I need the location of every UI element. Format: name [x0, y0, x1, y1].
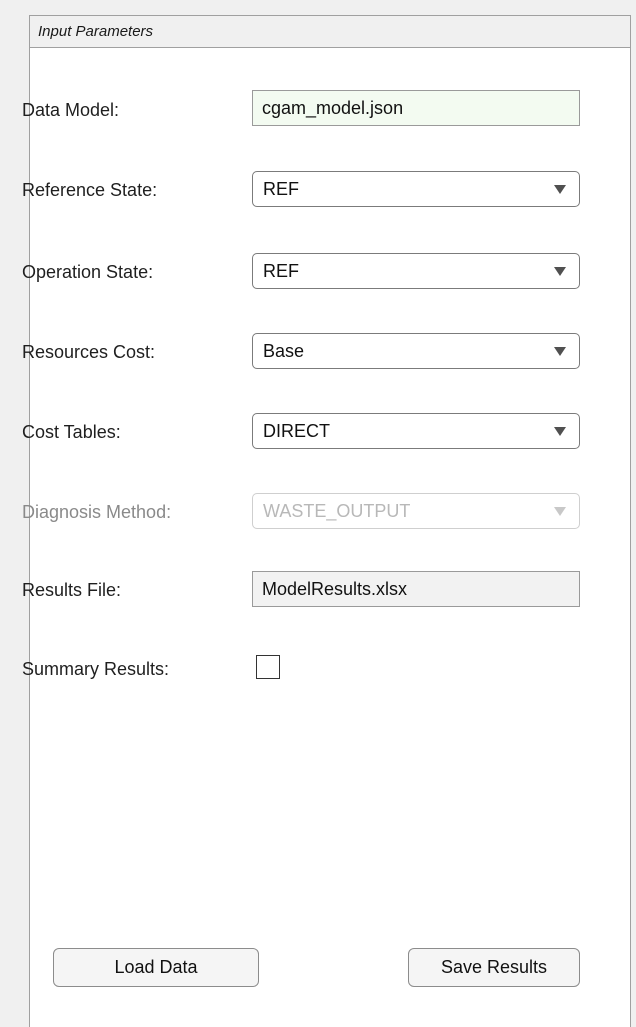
- operation-state-value: REF: [263, 261, 299, 281]
- data-model-label: Data Model:: [22, 100, 120, 120]
- chevron-down-icon: [554, 347, 566, 356]
- panel-header: Input Parameters: [30, 16, 630, 48]
- results-file-label: Results File:: [22, 580, 122, 600]
- resources-cost-label: Resources Cost:: [22, 342, 156, 362]
- reference-state-label: Reference State:: [22, 180, 158, 200]
- reference-state-value: REF: [263, 179, 299, 199]
- panel-title: Input Parameters: [38, 23, 154, 40]
- diagnosis-method-dropdown: WASTE_OUTPUT: [252, 493, 580, 529]
- operation-state-label: Operation State:: [22, 262, 154, 282]
- resources-cost-dropdown[interactable]: Base: [252, 333, 580, 369]
- chevron-down-icon: [554, 185, 566, 194]
- chevron-down-icon: [554, 267, 566, 276]
- cost-tables-dropdown[interactable]: DIRECT: [252, 413, 580, 449]
- diagnosis-method-label: Diagnosis Method:: [22, 502, 172, 522]
- results-file-field[interactable]: ModelResults.xlsx: [252, 571, 580, 607]
- summary-results-label: Summary Results:: [22, 659, 170, 679]
- load-data-button[interactable]: Load Data: [53, 948, 259, 987]
- cost-tables-label: Cost Tables:: [22, 422, 121, 442]
- chevron-down-icon: [554, 427, 566, 436]
- reference-state-dropdown[interactable]: REF: [252, 171, 580, 207]
- operation-state-dropdown[interactable]: REF: [252, 253, 580, 289]
- chevron-down-icon: [554, 507, 566, 516]
- cost-tables-value: DIRECT: [263, 421, 330, 441]
- resources-cost-value: Base: [263, 341, 305, 361]
- save-results-button[interactable]: Save Results: [408, 948, 580, 987]
- summary-results-checkbox[interactable]: [256, 655, 280, 679]
- data-model-field[interactable]: cgam_model.json: [252, 90, 580, 126]
- diagnosis-method-value: WASTE_OUTPUT: [263, 501, 411, 521]
